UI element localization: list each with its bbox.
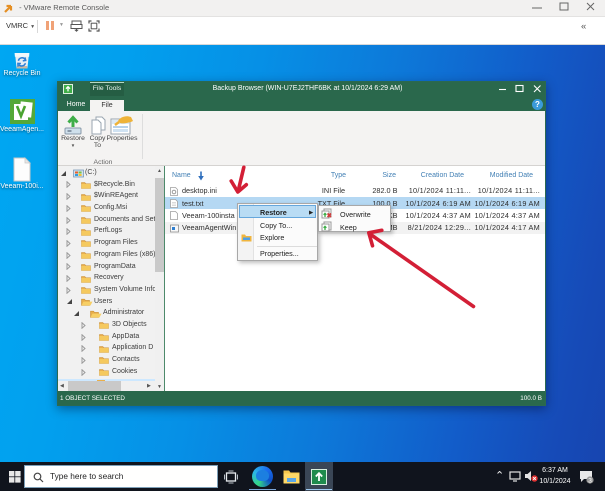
svg-text:3: 3 bbox=[588, 477, 592, 484]
